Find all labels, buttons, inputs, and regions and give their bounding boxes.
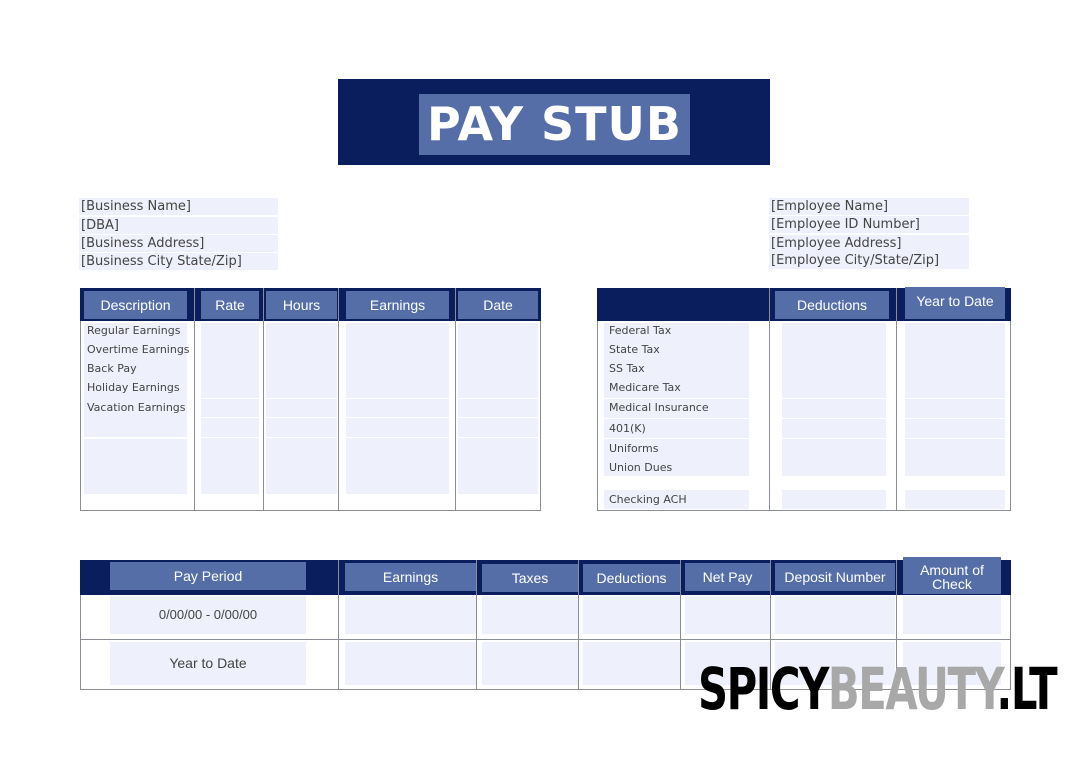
- description-cell: [84, 323, 187, 437]
- row-divider: [201, 417, 538, 418]
- summary-cell: [903, 596, 1001, 634]
- watermark-part: BEAUTY: [827, 655, 998, 723]
- summary-cell: [685, 596, 770, 634]
- header-year-to-date: Year to Date: [905, 287, 1005, 319]
- row-divider: [201, 398, 538, 399]
- row-label: Union Dues: [609, 461, 673, 474]
- earnings-cell: [346, 323, 449, 494]
- employee-id: [Employee ID Number]: [769, 216, 969, 233]
- summary-cell: [775, 596, 895, 634]
- business-city: [Business City State/Zip]: [79, 253, 278, 270]
- row-divider: [80, 639, 1011, 640]
- row-label: Overtime Earnings: [87, 343, 190, 356]
- header-earnings: Earnings: [346, 291, 449, 319]
- business-address: [Business Address]: [79, 235, 278, 252]
- header-rate: Rate: [201, 291, 259, 319]
- header-date: Date: [458, 291, 538, 319]
- column-divider: [769, 288, 770, 511]
- ytd-value-cell: [905, 490, 1005, 509]
- column-divider: [680, 560, 681, 690]
- column-divider: [476, 560, 477, 690]
- employee-city: [Employee City/State/Zip]: [769, 252, 969, 269]
- row-label: Regular Earnings: [87, 324, 181, 337]
- header-deductions: Deductions: [775, 291, 889, 319]
- row-divider: [604, 398, 1005, 399]
- row-divider: [604, 438, 1005, 439]
- column-divider: [578, 560, 579, 690]
- deduction-value-cell: [782, 323, 886, 476]
- row-divider: [604, 418, 1005, 419]
- watermark-part: .LT: [996, 655, 1057, 723]
- row-label: SS Tax: [609, 362, 645, 375]
- header-earnings: Earnings: [345, 563, 476, 591]
- employee-name: [Employee Name]: [769, 198, 969, 215]
- header-pay-period: Pay Period: [110, 562, 306, 590]
- header-net-pay: Net Pay: [685, 563, 770, 591]
- row-label: Vacation Earnings: [87, 401, 186, 414]
- row-label: Checking ACH: [609, 493, 687, 506]
- summary-cell: [345, 596, 476, 634]
- column-divider: [896, 288, 897, 511]
- header-taxes: Taxes: [482, 564, 578, 592]
- row-label: 401(K): [609, 422, 646, 435]
- summary-cell: [583, 642, 680, 685]
- summary-cell: [482, 642, 578, 685]
- header-hours: Hours: [266, 291, 337, 319]
- year-to-date-label: Year to Date: [169, 655, 247, 671]
- row-divider: [201, 437, 538, 438]
- row-label: Uniforms: [609, 442, 659, 455]
- date-cell: [458, 323, 538, 494]
- hours-cell: [266, 323, 337, 494]
- row-label: Medical Insurance: [609, 401, 709, 414]
- row-label: Holiday Earnings: [87, 381, 180, 394]
- watermark-part: SPICY: [698, 655, 829, 723]
- summary-cell: [345, 642, 476, 685]
- pay-period-value: 0/00/00 - 0/00/00: [158, 607, 258, 622]
- column-divider: [263, 288, 264, 511]
- column-divider: [194, 288, 195, 511]
- header-deductions: Deductions: [583, 564, 680, 592]
- column-divider: [455, 288, 456, 511]
- row-label: Back Pay: [87, 362, 137, 375]
- column-divider: [338, 560, 339, 690]
- deduction-value-cell: [782, 490, 886, 509]
- page-title: PAY STUB: [419, 94, 690, 155]
- header-amount-of-check: Amount of Check: [903, 557, 1001, 594]
- row-label: Federal Tax: [609, 324, 672, 337]
- summary-cell: [482, 596, 578, 634]
- rate-cell: [201, 323, 259, 494]
- header-description: Description: [84, 291, 187, 319]
- header-deposit-number: Deposit Number: [775, 563, 895, 591]
- row-label: State Tax: [609, 343, 660, 356]
- row-label: Medicare Tax: [609, 381, 681, 394]
- description-cell: [84, 439, 187, 494]
- column-divider: [338, 288, 339, 511]
- ytd-value-cell: [905, 323, 1005, 476]
- summary-cell: [583, 596, 680, 634]
- business-dba: [DBA]: [79, 217, 278, 234]
- watermark-logo: SPICYBEAUTY.LT: [698, 655, 1058, 723]
- employee-address: [Employee Address]: [769, 235, 969, 252]
- business-name: [Business Name]: [79, 198, 278, 215]
